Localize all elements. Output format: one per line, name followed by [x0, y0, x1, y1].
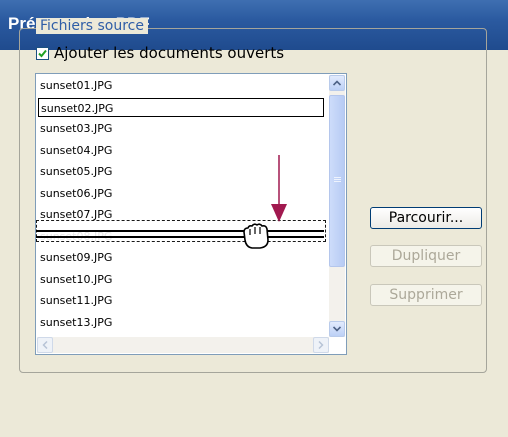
arrow-right-icon — [318, 341, 324, 349]
scroll-down-button[interactable] — [329, 321, 345, 337]
drop-insertion-line — [36, 230, 324, 232]
file-list-item[interactable]: sunset11.JPG — [38, 291, 112, 310]
file-list-item[interactable]: sunset09.JPG — [38, 248, 112, 267]
file-list-item[interactable]: sunset01.JPG — [38, 76, 112, 95]
arrow-up-icon — [333, 80, 341, 86]
drop-insertion-line — [36, 236, 324, 238]
scroll-up-button[interactable] — [329, 75, 345, 91]
arrow-down-icon — [333, 326, 341, 332]
vertical-scrollbar[interactable] — [329, 75, 345, 337]
check-icon — [38, 49, 47, 57]
file-list-item[interactable]: sunset10.JPG — [38, 270, 112, 289]
file-list-item[interactable]: sunset14.JPG — [38, 334, 112, 336]
file-list-rows: sunset01.JPG sunset02.JPG sunset03.JPG suns… — [38, 76, 328, 336]
scroll-right-button[interactable] — [313, 337, 329, 353]
hand-grab-icon — [243, 223, 269, 249]
horizontal-scrollbar[interactable] — [37, 337, 329, 353]
file-list-item[interactable]: sunset13.JPG — [38, 313, 112, 332]
source-file-list[interactable]: sunset01.JPG sunset02.JPG sunset03.JPG suns… — [35, 73, 347, 355]
scroll-thumb[interactable] — [329, 95, 345, 267]
thumb-grip — [334, 177, 341, 178]
add-open-documents-label: Ajouter les documents ouverts — [54, 44, 285, 62]
remove-button[interactable]: Supprimer — [370, 284, 482, 306]
browse-button[interactable]: Parcourir... — [370, 207, 482, 229]
file-list-item[interactable]: sunset04.JPG — [38, 141, 112, 160]
scroll-left-button[interactable] — [37, 337, 53, 353]
source-files-legend: Fichiers source — [36, 18, 148, 34]
thumb-grip — [334, 179, 341, 180]
file-list-item[interactable]: sunset06.JPG — [38, 184, 112, 203]
checkbox-box[interactable] — [36, 46, 49, 60]
file-list-item[interactable]: sunset05.JPG — [38, 162, 112, 181]
thumb-grip — [334, 181, 341, 182]
add-open-documents-checkbox[interactable]: Ajouter les documents ouverts — [36, 44, 284, 62]
file-list-item[interactable]: sunset03.JPG — [38, 119, 112, 138]
arrow-left-icon — [42, 341, 48, 349]
duplicate-button[interactable]: Dupliquer — [370, 245, 482, 267]
file-list-item[interactable]: sunset02.JPG — [38, 97, 324, 117]
